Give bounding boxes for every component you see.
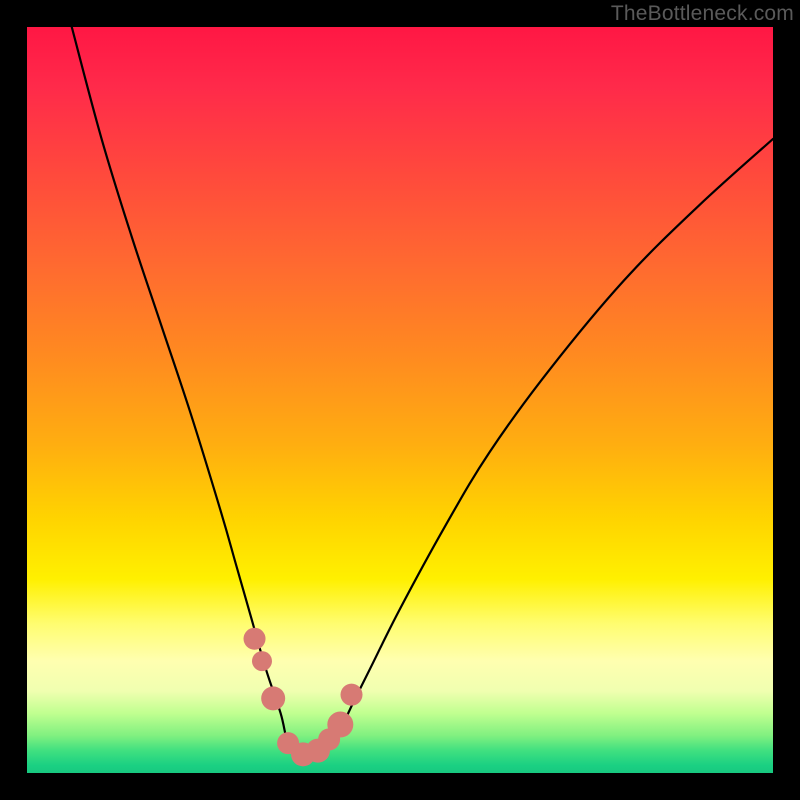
plot-area <box>27 27 773 773</box>
marker-point <box>327 712 353 738</box>
bottleneck-curve <box>72 27 773 756</box>
watermark-text: TheBottleneck.com <box>611 2 794 26</box>
marker-point <box>252 651 272 671</box>
chart-svg <box>27 27 773 773</box>
marker-point <box>244 628 266 650</box>
markers-group <box>244 628 363 767</box>
marker-point <box>261 686 285 710</box>
chart-frame: TheBottleneck.com <box>0 0 800 800</box>
marker-point <box>341 684 363 706</box>
